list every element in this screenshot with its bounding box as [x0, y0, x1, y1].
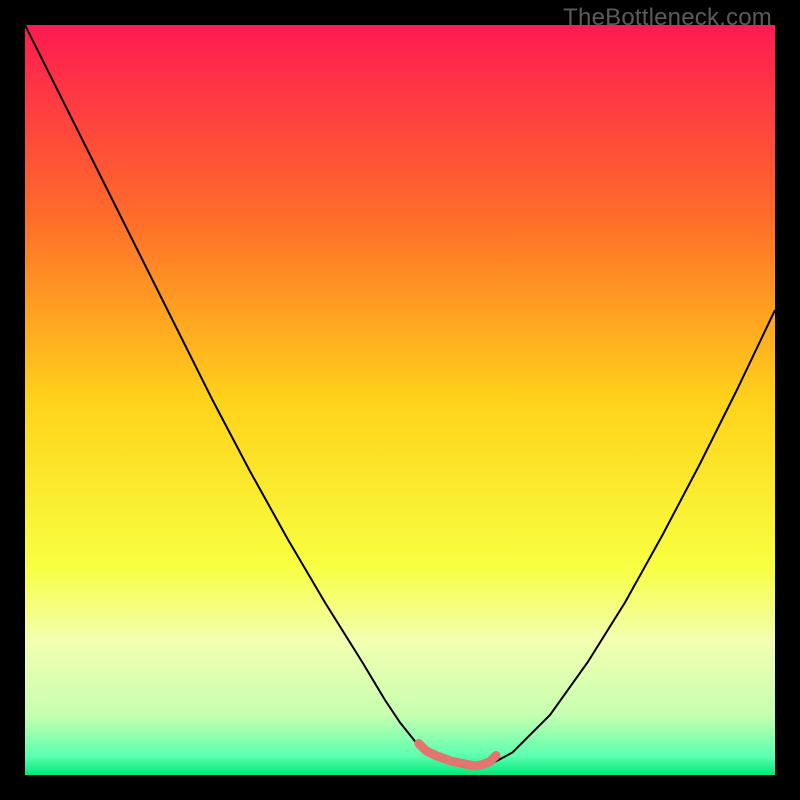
chart-plot [25, 25, 775, 775]
chart-frame: TheBottleneck.com [0, 0, 800, 800]
chart-background [25, 25, 775, 775]
